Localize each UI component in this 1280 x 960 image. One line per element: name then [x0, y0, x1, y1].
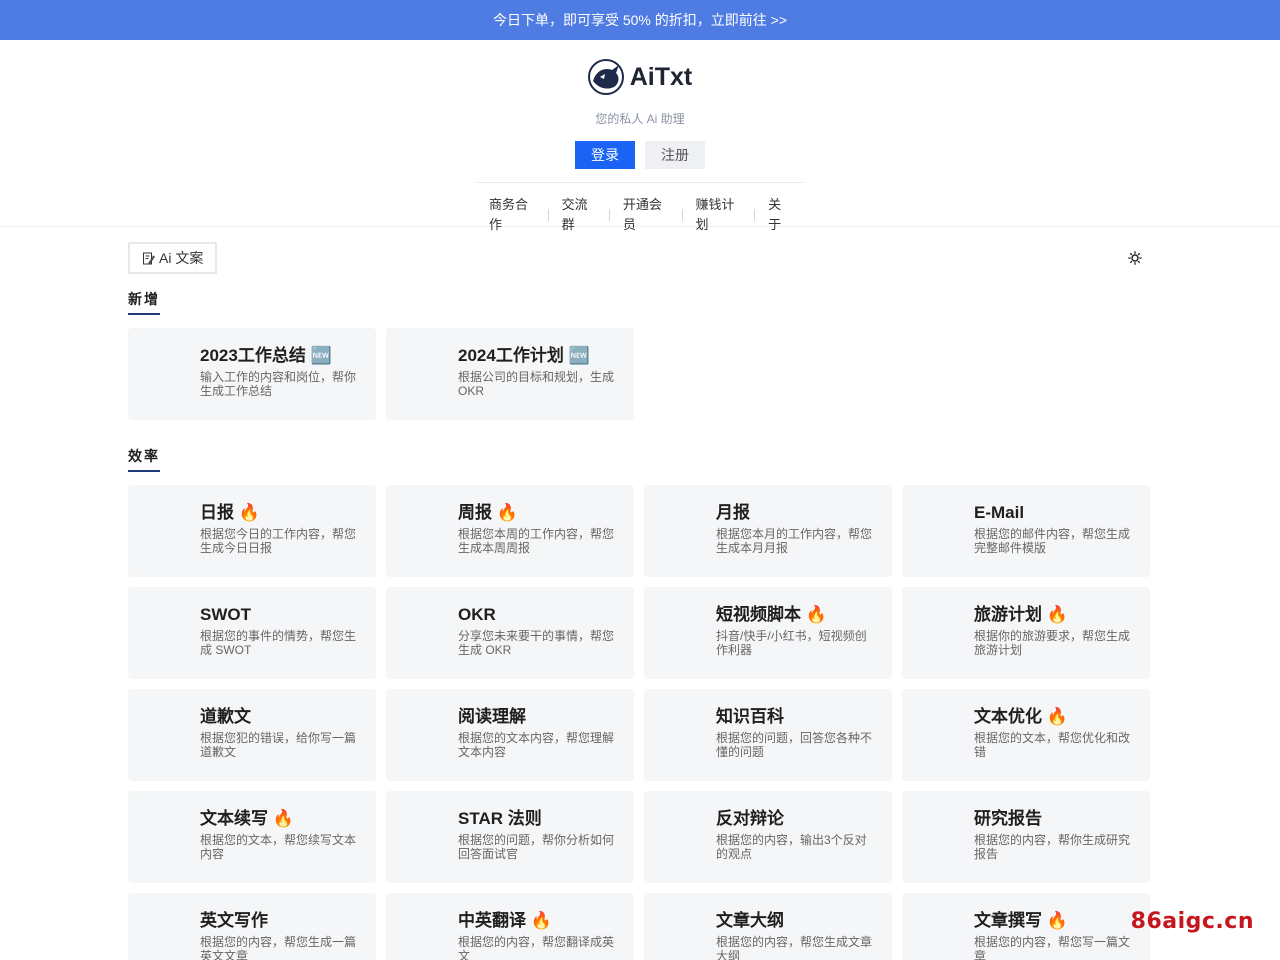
site-header: AiTxt 您的私人 Ai 助理 登录 注册 商务合作 交流群 开通会员 赚钱计… — [0, 40, 1280, 232]
card-desc: 根据您的内容，帮您写一篇文章 — [974, 935, 1131, 960]
card-desc: 根据您的内容，帮您生成文章大纲 — [716, 935, 873, 960]
card-title: 旅游计划 🔥 — [974, 605, 1068, 624]
brand-name: AiTxt — [629, 62, 693, 91]
card-desc: 根据您的问题，帮你分析如何回答面试官 — [458, 833, 615, 861]
card-desc: 根据您的内容，输出3个反对的观点 — [716, 833, 867, 861]
card-article-outline[interactable]: 文章大纲根据您的内容，帮您生成文章大纲 — [644, 893, 892, 960]
card-research-report[interactable]: 研究报告根据您的内容，帮你生成研究报告 — [902, 791, 1150, 883]
card-desc: 根据公司的目标和规划，生成 OKR — [458, 370, 615, 398]
brand-tagline: 您的私人 Ai 助理 — [595, 112, 685, 126]
card-desc: 根据您的问题，回答您各种不懂的问题 — [716, 731, 873, 759]
card-encyclopedia[interactable]: 知识百科根据您的问题，回答您各种不懂的问题 — [644, 689, 892, 781]
card-title: 研究报告 — [974, 809, 1042, 828]
card-title: 日报 🔥 — [200, 503, 260, 522]
card-desc: 根据您的文本内容，帮您理解文本内容 — [458, 731, 615, 759]
card-cn-en-translate[interactable]: 中英翻译 🔥 根据您的内容，帮您翻译成英文 — [386, 893, 634, 960]
sun-icon[interactable] — [1128, 251, 1142, 265]
ai-copywriting-tag[interactable]: Ai 文案 — [128, 242, 218, 274]
card-work-summary-2023[interactable]: 2023工作总结 🆕 输入工作的内容和岗位，帮你生成工作总结 — [128, 328, 376, 420]
card-desc: 分享您未来要干的事情，帮您生成 OKR — [458, 629, 615, 657]
card-title: 反对辩论 — [716, 809, 784, 828]
card-grid: 2023工作总结 🆕 输入工作的内容和岗位，帮你生成工作总结 2024工作计划 … — [128, 328, 1152, 420]
card-travel-plan[interactable]: 旅游计划 🔥 根据你的旅游要求，帮您生成旅游计划 — [902, 587, 1150, 679]
card-title: 周报 🔥 — [458, 503, 518, 522]
card-title: OKR — [458, 605, 496, 624]
card-desc: 根据您的内容，帮你生成研究报告 — [974, 833, 1131, 861]
card-swot[interactable]: SWOT 根据您的事件的情势，帮您生成 SWOT — [128, 587, 376, 679]
brand[interactable]: AiTxt — [587, 59, 693, 95]
card-grid: 日报 🔥 根据您今日的工作内容，帮您生成今日日报 周报 🔥 根据您本周的工作内容，帮… — [128, 485, 1152, 960]
card-title: 文本续写 🔥 — [200, 809, 294, 828]
card-desc: 根据您本月的工作内容，帮您生成本月月报 — [716, 527, 873, 555]
card-title: 道歉文 — [200, 707, 251, 726]
card-reading-comprehension[interactable]: 阅读理解根据您的文本内容，帮您理解文本内容 — [386, 689, 634, 781]
card-desc: 输入工作的内容和岗位，帮你生成工作总结 — [200, 370, 357, 398]
card-title: 2024工作计划 🆕 — [458, 346, 590, 365]
card-english-writing[interactable]: 英文写作根据您的内容，帮您生成一篇英文文章 — [128, 893, 376, 960]
card-title: STAR 法则 — [458, 809, 542, 828]
card-monthly-report[interactable]: 月报根据您本月的工作内容，帮您生成本月月报 — [644, 485, 892, 577]
card-title: 知识百科 — [716, 707, 784, 726]
card-title: 月报 — [716, 503, 750, 522]
card-desc: 根据您的事件的情势，帮您生成 SWOT — [200, 629, 357, 657]
card-weekly-report[interactable]: 周报 🔥 根据您本周的工作内容，帮您生成本周周报 — [386, 485, 634, 577]
card-text-optimize[interactable]: 文本优化 🔥 根据您的文本，帮您优化和改错 — [902, 689, 1150, 781]
card-okr[interactable]: OKR 分享您未来要干的事情，帮您生成 OKR — [386, 587, 634, 679]
card-title: 英文写作 — [200, 911, 268, 930]
card-short-video-script[interactable]: 短视频脚本 🔥 抖音/快手/小红书，短视频创作利器 — [644, 587, 892, 679]
card-title: 2023工作总结 🆕 — [200, 346, 332, 365]
rhino-logo-icon — [587, 59, 624, 95]
card-title: 阅读理解 — [458, 707, 526, 726]
card-desc: 根据您今日的工作内容，帮您生成今日日报 — [200, 527, 357, 555]
card-desc: 抖音/快手/小红书，短视频创作利器 — [716, 629, 867, 657]
card-desc: 根据您的文本，帮您优化和改错 — [974, 731, 1131, 759]
card-work-plan-2024[interactable]: 2024工作计划 🆕 根据公司的目标和规划，生成 OKR — [386, 328, 634, 420]
card-title: 文章大纲 — [716, 911, 784, 930]
auth-buttons: 登录 注册 — [575, 141, 705, 169]
edit-note-icon — [143, 252, 155, 265]
watermark: 86aigc.cn — [1130, 909, 1254, 934]
card-star-method[interactable]: STAR 法则根据您的问题，帮你分析如何回答面试官 — [386, 791, 634, 883]
card-desc: 根据您的内容，帮您翻译成英文 — [458, 935, 615, 960]
card-counter-argument[interactable]: 反对辩论根据您的内容，输出3个反对的观点 — [644, 791, 892, 883]
section-title: 效率 — [128, 446, 160, 472]
section-new: 新增 2023工作总结 🆕 输入工作的内容和岗位，帮你生成工作总结 2024工作… — [128, 287, 1152, 420]
card-text-continue[interactable]: 文本续写 🔥 根据您的文本，帮您续写文本内容 — [128, 791, 376, 883]
card-desc: 根据您的文本，帮您续写文本内容 — [200, 833, 357, 861]
card-desc: 根据你的旅游要求，帮您生成旅游计划 — [974, 629, 1131, 657]
promo-banner[interactable]: 今日下单，即可享受 50% 的折扣，立即前往 >> — [0, 0, 1280, 40]
card-desc: 根据您本周的工作内容，帮您生成本周周报 — [458, 527, 615, 555]
card-desc: 根据您的内容，帮您生成一篇英文文章 — [200, 935, 357, 960]
card-title: 文章撰写 🔥 — [974, 911, 1068, 930]
card-desc: 根据您的邮件内容，帮您生成完整邮件模版 — [974, 527, 1131, 555]
card-title: E-Mail — [974, 503, 1025, 522]
card-apology[interactable]: 道歉文根据您犯的错误，给你写一篇道歉文 — [128, 689, 376, 781]
main-content: Ai 文案 新增 2023工作总结 🆕 输入工作的内容和岗位，帮你生成工作总结 … — [128, 227, 1152, 960]
register-button[interactable]: 注册 — [645, 141, 705, 169]
section-title: 新增 — [128, 289, 160, 315]
card-title: 文本优化 🔥 — [974, 707, 1068, 726]
card-daily-report[interactable]: 日报 🔥 根据您今日的工作内容，帮您生成今日日报 — [128, 485, 376, 577]
login-button[interactable]: 登录 — [575, 141, 635, 169]
card-article-writing[interactable]: 文章撰写 🔥 根据您的内容，帮您写一篇文章 — [902, 893, 1150, 960]
card-desc: 根据您犯的错误，给你写一篇道歉文 — [200, 731, 357, 759]
section-efficiency: 效率 日报 🔥 根据您今日的工作内容，帮您生成今日日报 周报 🔥 根据您本周的工作内… — [128, 446, 1152, 960]
card-title: SWOT — [200, 605, 251, 624]
card-email[interactable]: E-Mail 根据您的邮件内容，帮您生成完整邮件模版 — [902, 485, 1150, 577]
toolbar: Ai 文案 — [128, 227, 1152, 287]
ai-copywriting-label: Ai 文案 — [159, 250, 204, 266]
card-title: 短视频脚本 🔥 — [716, 605, 827, 624]
card-title: 中英翻译 🔥 — [458, 911, 552, 930]
